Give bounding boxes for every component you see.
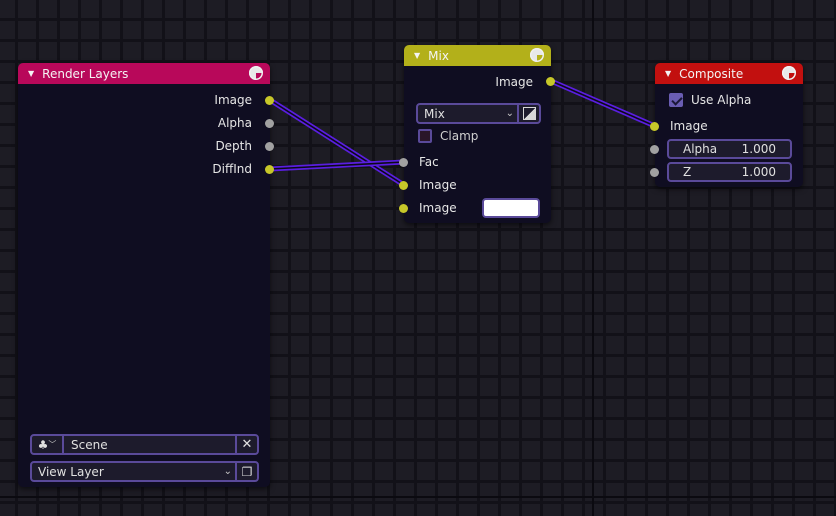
socket-label: Depth — [215, 139, 252, 153]
socket-output-diffind[interactable] — [265, 165, 274, 174]
output-depth: Depth — [215, 136, 252, 156]
alpha-value-field[interactable]: Alpha 1.000 — [667, 139, 792, 159]
input-image: Image — [670, 116, 708, 136]
grid-major-line — [592, 0, 594, 516]
input-image-2: Image — [419, 198, 457, 218]
preview-toggle-icon[interactable] — [249, 66, 263, 80]
socket-label: Fac — [419, 155, 439, 169]
collapse-arrow-icon[interactable]: ▼ — [414, 51, 420, 60]
view-layer-selector[interactable]: View Layer ⌄ ❐ — [30, 461, 259, 482]
node-title: Composite — [679, 66, 744, 81]
socket-label: Alpha — [217, 116, 252, 130]
node-title: Mix — [428, 48, 449, 63]
node-header[interactable]: ▼ Render Layers — [18, 63, 270, 84]
socket-input-image-1[interactable] — [399, 181, 408, 190]
collapse-arrow-icon[interactable]: ▼ — [665, 69, 671, 78]
socket-mix-output-image[interactable] — [546, 77, 555, 86]
use-alpha-label: Use Alpha — [691, 90, 751, 110]
preview-toggle-icon[interactable] — [782, 66, 796, 80]
node-header[interactable]: ▼ Composite — [655, 63, 803, 84]
clamp-checkbox[interactable] — [418, 129, 432, 143]
socket-label: DiffInd — [212, 162, 252, 176]
chevron-down-icon: ⌄ — [223, 466, 232, 477]
socket-output-depth[interactable] — [265, 142, 274, 151]
socket-label: Image — [419, 201, 457, 215]
render-layers-node[interactable]: ▼ Render Layers Image Alpha Depth DiffIn… — [18, 63, 270, 487]
link-image-to-mix[interactable] — [268, 97, 406, 188]
scene-icon[interactable]: ♣ ﹀ — [32, 436, 64, 453]
socket-composite-z[interactable] — [650, 168, 659, 177]
socket-output-alpha[interactable] — [265, 119, 274, 128]
use-alpha-checkbox[interactable] — [669, 93, 683, 107]
socket-label: Image — [670, 119, 708, 133]
checkbox-label: Clamp — [440, 129, 479, 143]
output-alpha: Alpha — [218, 113, 252, 133]
socket-input-image-2[interactable] — [399, 204, 408, 213]
output-image: Image — [214, 90, 252, 110]
scene-name-field[interactable]: Scene — [64, 438, 235, 452]
clamp-label: Clamp — [440, 126, 478, 146]
composite-node[interactable]: ▼ Composite Use Alpha Image Alpha 1.000 … — [655, 63, 803, 187]
scene-selector[interactable]: ♣ ﹀ Scene ✕ — [30, 434, 259, 455]
output-image: Image — [495, 72, 533, 92]
field-label: Alpha — [683, 142, 718, 156]
socket-label: Image — [419, 178, 457, 192]
clear-scene-icon[interactable]: ✕ — [235, 436, 257, 453]
node-title: Render Layers — [42, 66, 129, 81]
input-fac: Fac — [419, 152, 439, 172]
socket-composite-alpha[interactable] — [650, 145, 659, 154]
input-image-1: Image — [419, 175, 457, 195]
color-swatch[interactable] — [482, 198, 540, 218]
view-layer-dropdown[interactable]: View Layer — [32, 465, 224, 479]
socket-composite-image[interactable] — [650, 122, 659, 131]
field-value: 1.000 — [741, 165, 776, 179]
copy-view-layer-icon[interactable]: ❐ — [235, 463, 257, 480]
link-diffind-to-fac[interactable] — [269, 159, 405, 172]
use-alpha-image-icon[interactable] — [517, 105, 539, 122]
z-value-field[interactable]: Z 1.000 — [667, 162, 792, 182]
blend-mode-dropdown[interactable]: Mix ⌄ — [416, 103, 541, 124]
output-diffind: DiffInd — [212, 159, 252, 179]
node-header[interactable]: ▼ Mix — [404, 45, 551, 66]
socket-label: Image — [495, 75, 533, 89]
blend-mode-value: Mix — [424, 106, 445, 121]
collapse-arrow-icon[interactable]: ▼ — [28, 69, 34, 78]
socket-input-fac[interactable] — [399, 158, 408, 167]
link-mix-to-composite[interactable] — [550, 78, 656, 129]
mix-node[interactable]: ▼ Mix Image Mix ⌄ Clamp Fac Image Image — [404, 45, 551, 223]
preview-toggle-icon[interactable] — [530, 48, 544, 62]
chevron-down-icon: ⌄ — [505, 108, 514, 119]
checkbox-label: Use Alpha — [691, 93, 752, 107]
grid-major-line — [0, 496, 836, 498]
socket-label: Image — [214, 93, 252, 107]
field-value: 1.000 — [741, 142, 776, 156]
field-label: Z — [683, 165, 692, 179]
socket-output-image[interactable] — [265, 96, 274, 105]
